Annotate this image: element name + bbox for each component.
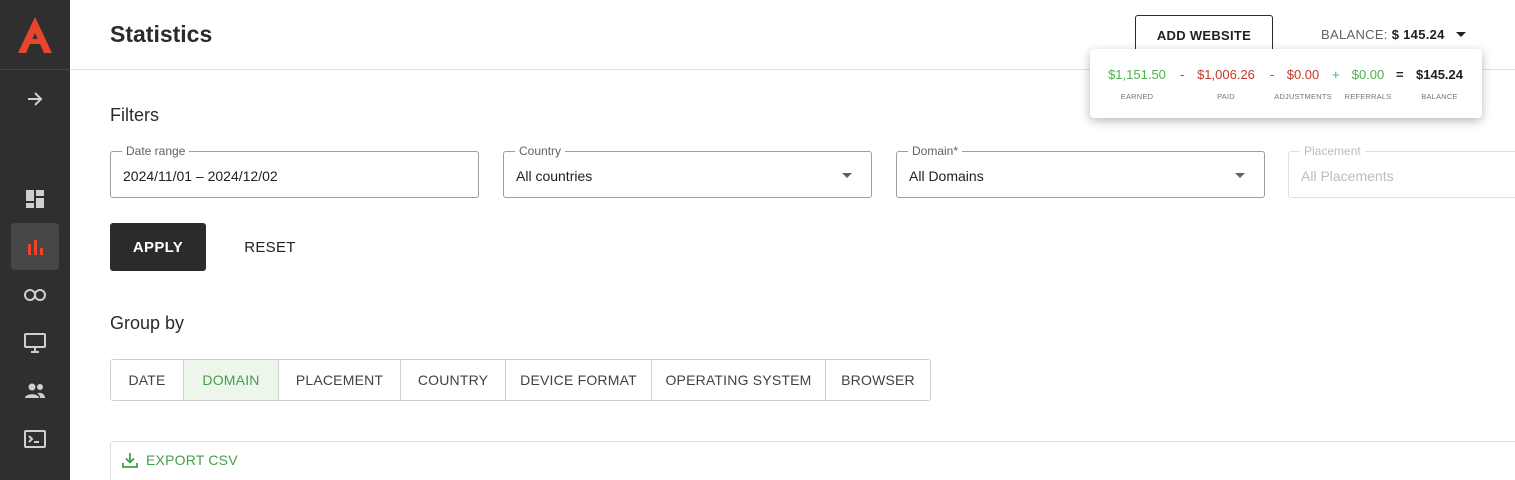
- placement-select: Placement All Placements: [1288, 144, 1515, 198]
- terminal-icon: [24, 429, 46, 448]
- balance-column: $145.24 BALANCE: [1412, 67, 1467, 101]
- monitor-icon: [24, 332, 46, 353]
- earned-value: $1,151.50: [1108, 67, 1166, 82]
- paid-label: PAID: [1217, 92, 1235, 101]
- balance-label: BALANCE:: [1321, 27, 1388, 42]
- group-by-toggle: DATE DOMAIN PLACEMENT COUNTRY DEVICE FOR…: [110, 359, 931, 401]
- placement-value: All Placements: [1301, 168, 1394, 184]
- results-panel: [110, 441, 1515, 480]
- referrals-column: $0.00 REFERRALS: [1344, 67, 1392, 101]
- balance-breakdown-popup: $1,151.50 EARNED - $1,006.26 PAID - $0.0…: [1090, 49, 1482, 118]
- adjustments-value: $0.00: [1286, 67, 1320, 82]
- users-icon: [25, 383, 45, 398]
- paid-column: $1,006.26 PAID: [1195, 67, 1257, 101]
- placement-label: Placement: [1300, 144, 1365, 158]
- domain-select[interactable]: Domain* All Domains: [896, 144, 1265, 198]
- date-range-field[interactable]: Date range 2024/11/01 – 2024/12/02: [110, 144, 479, 198]
- sidebar-item-statistics[interactable]: [11, 223, 59, 270]
- equals-operator: =: [1396, 67, 1404, 82]
- bar-chart-icon: [28, 239, 43, 255]
- balance-amount: $ 145.24: [1391, 27, 1445, 42]
- date-range-label: Date range: [122, 144, 190, 158]
- chevron-down-icon: [842, 173, 852, 178]
- earned-column: $1,151.50 EARNED: [1106, 67, 1168, 101]
- domain-label: Domain*: [908, 144, 963, 158]
- referrals-label: REFERRALS: [1344, 92, 1392, 101]
- group-by-placement[interactable]: PLACEMENT: [279, 360, 401, 400]
- group-by-country[interactable]: COUNTRY: [401, 360, 506, 400]
- filters-title: Filters: [110, 105, 159, 125]
- balance-value: $145.24: [1416, 67, 1463, 82]
- sidebar-item-websites[interactable]: [11, 319, 59, 366]
- group-by-operating-system[interactable]: OPERATING SYSTEM: [652, 360, 826, 400]
- sidebar: [0, 0, 70, 480]
- group-by-domain[interactable]: DOMAIN: [184, 360, 279, 400]
- date-range-value: 2024/11/01 – 2024/12/02: [123, 168, 278, 184]
- chevron-down-icon: [1455, 32, 1466, 37]
- domain-value: All Domains: [909, 168, 984, 184]
- reset-button[interactable]: RESET: [226, 223, 314, 271]
- sidebar-item-referrals[interactable]: [11, 367, 59, 414]
- balance-total-label: BALANCE: [1421, 92, 1458, 101]
- country-select[interactable]: Country All countries: [503, 144, 872, 198]
- country-label: Country: [515, 144, 566, 158]
- group-by-browser[interactable]: BROWSER: [826, 360, 930, 400]
- balance-dropdown[interactable]: BALANCE: $ 145.24: [1321, 27, 1466, 42]
- sidebar-item-links[interactable]: [11, 271, 59, 318]
- chevron-down-icon: [1235, 173, 1245, 178]
- sidebar-item-dashboard[interactable]: [11, 175, 59, 222]
- sidebar-item-api[interactable]: [11, 415, 59, 462]
- referrals-value: $0.00: [1351, 67, 1385, 82]
- group-by-date[interactable]: DATE: [111, 360, 184, 400]
- group-by-title: Group by: [110, 313, 185, 333]
- country-value: All countries: [516, 168, 593, 184]
- minus-operator: -: [1180, 67, 1185, 82]
- earned-label: EARNED: [1120, 92, 1154, 101]
- adjustments-label: ADJUSTMENTS: [1274, 92, 1332, 101]
- dashboard-icon: [26, 189, 44, 208]
- adjustments-column: $0.00 ADJUSTMENTS: [1273, 67, 1333, 101]
- group-by-device-format[interactable]: DEVICE FORMAT: [506, 360, 652, 400]
- plus-operator: +: [1332, 67, 1340, 82]
- export-csv-label: EXPORT CSV: [146, 452, 238, 468]
- page-title: Statistics: [110, 21, 213, 47]
- export-csv-button[interactable]: EXPORT CSV: [122, 452, 238, 468]
- paid-value: $1,006.26: [1197, 67, 1255, 82]
- logo-icon[interactable]: [0, 0, 70, 70]
- arrow-right-icon[interactable]: [0, 70, 70, 128]
- apply-button[interactable]: APPLY: [110, 223, 206, 271]
- download-icon: [122, 453, 138, 468]
- link-icon: [24, 288, 46, 301]
